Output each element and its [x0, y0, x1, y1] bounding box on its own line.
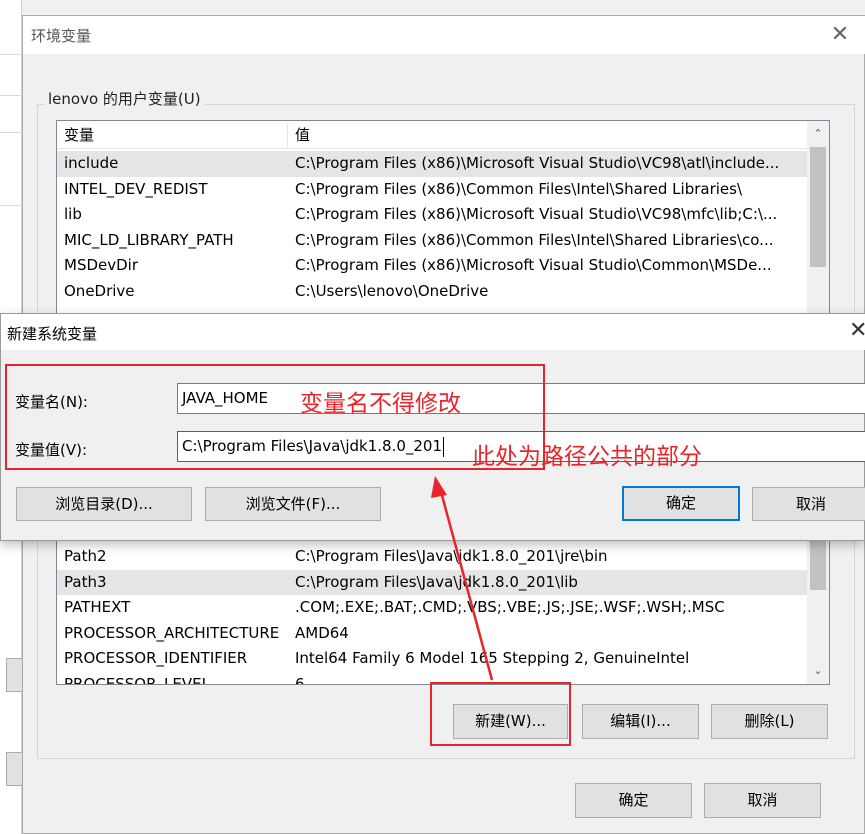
annotation-arrow: [431, 476, 494, 681]
